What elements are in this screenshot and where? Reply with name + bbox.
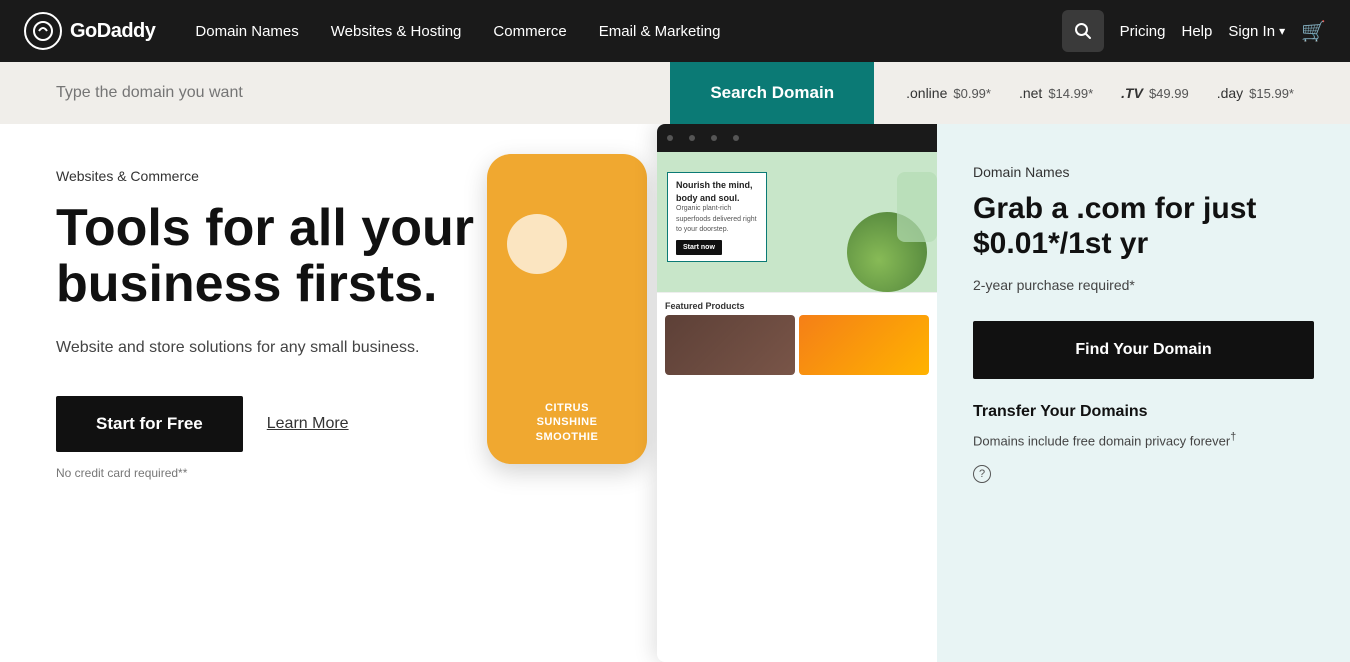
product-row bbox=[665, 315, 929, 375]
site-hero-heading: Nourish the mind, body and soul. bbox=[676, 179, 758, 204]
nav-email-marketing[interactable]: Email & Marketing bbox=[599, 23, 721, 40]
tld-day: .day $15.99* bbox=[1217, 85, 1294, 101]
logo[interactable]: GoDaddy bbox=[24, 12, 155, 50]
tld-online-price: $0.99* bbox=[953, 86, 991, 101]
tld-tv-name: .TV bbox=[1121, 85, 1143, 101]
start-for-free-button[interactable]: Start for Free bbox=[56, 396, 243, 452]
navigation: GoDaddy Domain Names Websites & Hosting … bbox=[0, 0, 1350, 62]
site-nav-dot-2 bbox=[689, 135, 695, 141]
help-icon[interactable]: ? bbox=[973, 465, 991, 483]
phone-label-2: SUNSHINE bbox=[536, 415, 599, 429]
site-nav-dot-1 bbox=[667, 135, 673, 141]
tld-day-price: $15.99* bbox=[1249, 86, 1294, 101]
cart-icon[interactable]: 🛒 bbox=[1301, 19, 1326, 44]
website-mockup: Nourish the mind, body and soul. Organic… bbox=[657, 124, 937, 662]
tld-net-price: $14.99* bbox=[1048, 86, 1093, 101]
nav-websites-hosting[interactable]: Websites & Hosting bbox=[331, 23, 462, 40]
tld-day-name: .day bbox=[1217, 85, 1243, 101]
hero-left-panel: Websites & Commerce Tools for all your b… bbox=[0, 124, 937, 662]
chevron-down-icon: ▾ bbox=[1279, 24, 1285, 38]
signin-label: Sign In bbox=[1228, 23, 1275, 40]
tld-price-list: .online $0.99* .net $14.99* .TV $49.99 .… bbox=[906, 85, 1294, 101]
nav-domain-names[interactable]: Domain Names bbox=[195, 23, 298, 40]
hero-title: Tools for all your business firsts. bbox=[56, 200, 476, 312]
tld-tv: .TV $49.99 bbox=[1121, 85, 1189, 101]
site-nav-dot-4 bbox=[733, 135, 739, 141]
tld-online: .online $0.99* bbox=[906, 85, 991, 101]
hero-right-panel: Domain Names Grab a .com for just $0.01*… bbox=[937, 124, 1350, 662]
hero-subtitle: Website and store solutions for any smal… bbox=[56, 336, 436, 360]
product-thumb-1 bbox=[665, 315, 795, 375]
hero-section: Websites & Commerce Tools for all your b… bbox=[0, 124, 1350, 662]
phone-text: CITRUS SUNSHINE SMOOTHIE bbox=[536, 401, 599, 444]
logo-text: GoDaddy bbox=[70, 20, 155, 43]
nav-commerce[interactable]: Commerce bbox=[493, 23, 566, 40]
search-bar: Search Domain .online $0.99* .net $14.99… bbox=[0, 62, 1350, 124]
hero-images: ((•)) CITRUS SUNSHINE SMOOTHIE bbox=[437, 124, 937, 662]
learn-more-button[interactable]: Learn More bbox=[267, 415, 349, 433]
phone-mockup: CITRUS SUNSHINE SMOOTHIE bbox=[487, 154, 647, 464]
glass-decoration bbox=[897, 172, 937, 242]
panel-category: Domain Names bbox=[973, 164, 1314, 180]
logo-icon bbox=[24, 12, 62, 50]
nav-signin[interactable]: Sign In ▾ bbox=[1228, 23, 1285, 40]
featured-label: Featured Products bbox=[665, 301, 929, 311]
tld-net: .net $14.99* bbox=[1019, 85, 1093, 101]
site-cta-button: Start now bbox=[676, 240, 722, 256]
tld-online-name: .online bbox=[906, 85, 947, 101]
product-thumb-2 bbox=[799, 315, 929, 375]
nav-search-button[interactable] bbox=[1062, 10, 1104, 52]
transfer-description: Domains include free domain privacy fore… bbox=[973, 429, 1314, 451]
panel-title: Grab a .com for just $0.01*/1st yr bbox=[973, 192, 1314, 261]
search-domain-button[interactable]: Search Domain bbox=[670, 62, 874, 124]
tld-tv-price: $49.99 bbox=[1149, 86, 1189, 101]
nav-help[interactable]: Help bbox=[1182, 23, 1213, 40]
site-nav-dot-3 bbox=[711, 135, 717, 141]
phone-label-1: CITRUS bbox=[536, 401, 599, 415]
transfer-desc-text: Domains include free domain privacy fore… bbox=[973, 429, 1236, 451]
site-hero-image: Nourish the mind, body and soul. Organic… bbox=[657, 152, 937, 292]
site-hero-text-box: Nourish the mind, body and soul. Organic… bbox=[667, 172, 767, 262]
featured-section: Featured Products bbox=[657, 292, 937, 383]
transfer-title: Transfer Your Domains bbox=[973, 403, 1314, 421]
site-hero-subtext: Organic plant-rich superfoods delivered … bbox=[676, 204, 758, 236]
find-your-domain-button[interactable]: Find Your Domain bbox=[973, 321, 1314, 379]
nav-right: Pricing Help Sign In ▾ 🛒 bbox=[1062, 10, 1326, 52]
phone-circle-decoration bbox=[507, 214, 567, 274]
site-nav-bar bbox=[657, 124, 937, 152]
tld-net-name: .net bbox=[1019, 85, 1042, 101]
phone-label-3: SMOOTHIE bbox=[536, 430, 599, 444]
panel-subtitle: 2-year purchase required* bbox=[973, 277, 1314, 293]
nav-pricing[interactable]: Pricing bbox=[1120, 23, 1166, 40]
domain-search-input[interactable] bbox=[56, 62, 670, 124]
